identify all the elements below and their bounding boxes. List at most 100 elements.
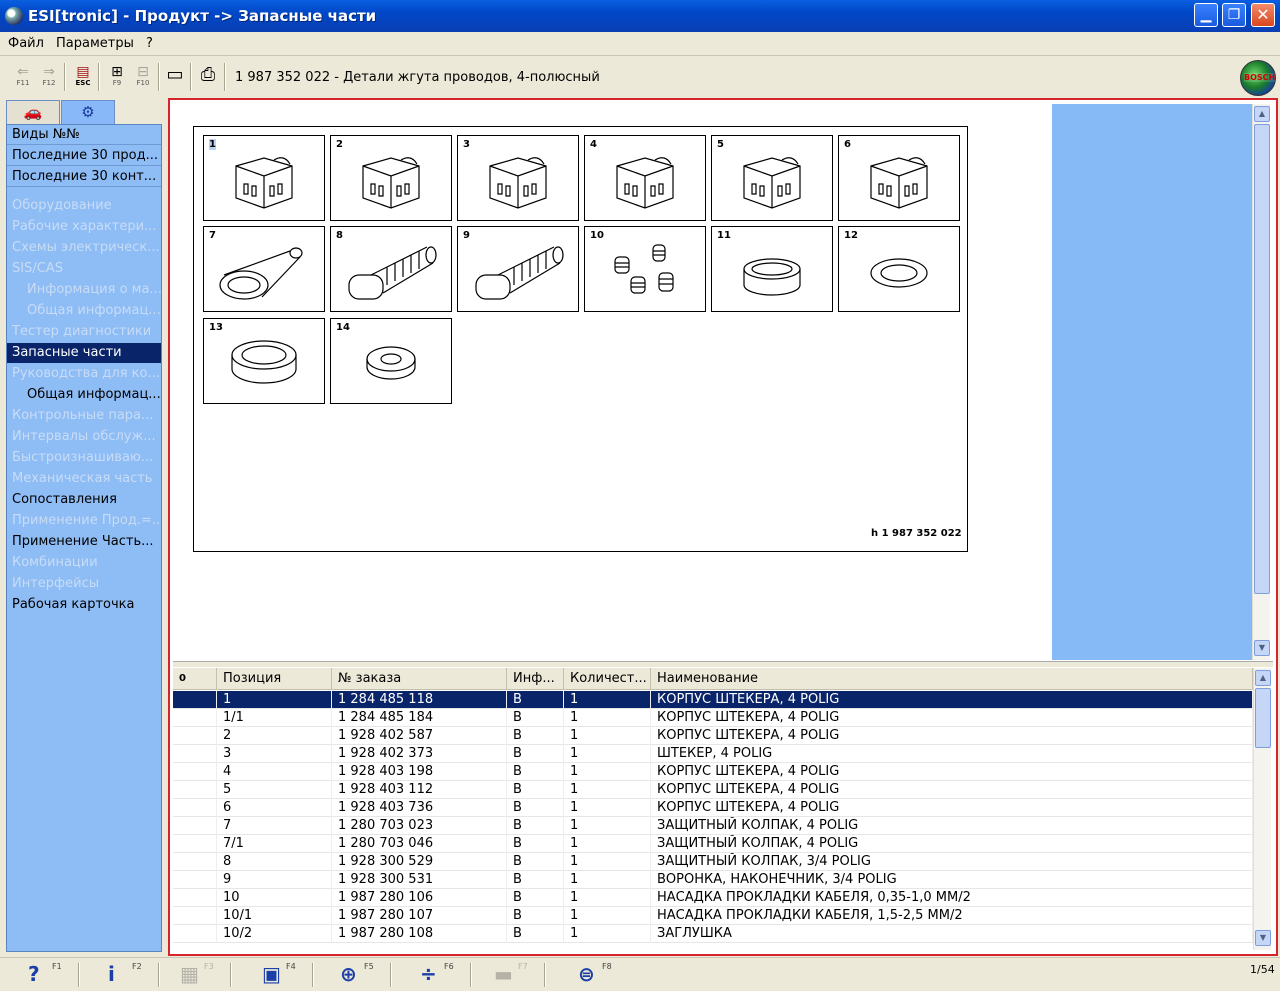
table-cell xyxy=(173,871,217,889)
column-name[interactable]: Наименование xyxy=(651,668,1253,690)
back-button[interactable]: ⇐ F11 xyxy=(12,65,34,89)
cell-number: 14 xyxy=(336,322,350,333)
nav-item[interactable]: Рабочие характери... xyxy=(7,217,161,237)
nav-item[interactable]: Общая информац... xyxy=(7,385,161,405)
table-scroll-up-icon[interactable]: ▲ xyxy=(1255,670,1271,686)
column-quantity[interactable]: Количест... xyxy=(564,668,651,690)
nav-item[interactable]: Последние 30 прод... xyxy=(7,146,161,166)
table-scroll-down-icon[interactable]: ▼ xyxy=(1255,930,1271,946)
nav-item[interactable]: Виды №№ xyxy=(7,125,161,145)
drawing-cell-5[interactable]: 5 xyxy=(711,135,833,221)
table-row[interactable]: 41 928 403 198 B 1 КОРПУС ШТЕКЕРА, 4 POLIG xyxy=(173,763,1253,781)
table-row[interactable]: 1/1 1 284 485 184 B 1 КОРПУС ШТЕКЕРА, 4 POLI… xyxy=(173,709,1253,727)
table-row[interactable]: 61 928 403 736 B 1 КОРПУС ШТЕКЕРА, 4 POLIG xyxy=(173,799,1253,817)
table-row[interactable]: 31 928 402 373 B 1 ШТЕКЕР, 4 POLIG xyxy=(173,745,1253,763)
image-scrollbar[interactable]: ▲ ▼ xyxy=(1252,104,1270,660)
nav-item[interactable]: Тестер диагностики xyxy=(7,322,161,342)
table-row[interactable]: 21 928 402 587 B 1 КОРПУС ШТЕКЕРА, 4 POLIG xyxy=(173,727,1253,745)
print-button[interactable]: ⎙ xyxy=(197,65,219,89)
nav-item[interactable]: Информация о ма... xyxy=(7,280,161,300)
drawing-cell-10[interactable]: 10 xyxy=(584,226,706,312)
scroll-up-icon[interactable]: ▲ xyxy=(1254,106,1270,122)
drawing-cell-1[interactable]: 1 xyxy=(203,135,325,221)
column-order-number[interactable]: № заказа xyxy=(332,668,507,690)
f9-button[interactable]: ⊞ F9 xyxy=(106,65,128,89)
table-row[interactable]: 51 928 403 112 B 1 КОРПУС ШТЕКЕРА, 4 POLIG xyxy=(173,781,1253,799)
table-row[interactable]: 10/1 1 987 280 107 B 1 НАСАДКА ПРОКЛАДКИ КАБ… xyxy=(173,907,1253,925)
drawing-cell-7[interactable]: 7 xyxy=(203,226,325,312)
nav-item[interactable]: Руководства для ко... xyxy=(7,364,161,384)
table-cell: B xyxy=(507,871,564,889)
bosch-logo[interactable]: BOSCH xyxy=(1240,60,1276,96)
nav-item[interactable]: Общая информац... xyxy=(7,301,161,321)
table-row[interactable]: 11 284 485 118 B 1 КОРПУС ШТЕКЕРА, 4 POLIG xyxy=(172,690,1254,710)
table-row[interactable]: 81 928 300 529 B 1 ЗАЩИТНЫЙ КОЛПАК, 3/4 POL… xyxy=(173,853,1253,871)
table-cell: 1 xyxy=(564,763,651,781)
nav-item[interactable]: Оборудование xyxy=(7,196,161,216)
menu-parameters[interactable]: Параметры xyxy=(56,36,134,51)
nav-item[interactable]: Механическая часть xyxy=(7,469,161,489)
column-info-flag[interactable]: 0 xyxy=(173,668,217,690)
menu-file[interactable]: Файл xyxy=(8,36,44,51)
drawing-cell-8[interactable]: 8 xyxy=(330,226,452,312)
pane-splitter[interactable] xyxy=(173,661,1273,667)
table-cell: B xyxy=(507,889,564,907)
nav-item[interactable]: Контрольные пара... xyxy=(7,406,161,426)
column-info[interactable]: Инф... xyxy=(507,668,564,690)
nav-item[interactable]: Интерфейсы xyxy=(7,574,161,594)
nav-item[interactable]: Рабочая карточка xyxy=(7,595,161,615)
drawing-cell-3[interactable]: 3 xyxy=(457,135,579,221)
nav-item[interactable]: Быстроизнашиваю... xyxy=(7,448,161,468)
tab-parts[interactable]: ⚙ xyxy=(61,100,115,124)
table-row[interactable]: 7/1 1 280 703 046 B 1 ЗАЩИТНЫЙ КОЛПАК, 4 POL… xyxy=(173,835,1253,853)
maximize-button[interactable]: ❐ xyxy=(1222,3,1246,27)
drawing-cell-14[interactable]: 14 xyxy=(330,318,452,404)
cell-number: 12 xyxy=(844,230,858,241)
table-cell: 3 xyxy=(217,745,332,763)
table-cell: 1 xyxy=(564,817,651,835)
menu-help[interactable]: ? xyxy=(146,36,153,51)
scroll-down-icon[interactable]: ▼ xyxy=(1254,640,1270,656)
nav-item[interactable]: Последние 30 конт... xyxy=(7,167,161,187)
minimize-button[interactable]: ▁ xyxy=(1194,3,1218,27)
table-cell: 10 xyxy=(217,889,332,907)
nav-item[interactable]: Комбинации xyxy=(7,553,161,573)
table-row[interactable]: 10 1 987 280 106 B 1 НАСАДКА ПРОКЛАДКИ КАБЕЛ… xyxy=(173,889,1253,907)
table-cell xyxy=(173,889,217,907)
close-button[interactable]: ✕ xyxy=(1251,3,1275,27)
nav-item[interactable]: SIS/CAS xyxy=(7,259,161,279)
nav-item[interactable]: Сопоставления xyxy=(7,490,161,510)
table-row[interactable]: 10/2 1 987 280 108 B 1 ЗАГЛУШКА xyxy=(173,925,1253,943)
table-row[interactable]: 91 928 300 531 B 1 ВОРОНКА, НАКОНЕЧНИК, 3/4… xyxy=(173,871,1253,889)
nav-item[interactable]: Запасные части xyxy=(7,343,161,363)
drawing-cell-11[interactable]: 11 xyxy=(711,226,833,312)
document-button[interactable]: ▭ xyxy=(164,65,186,89)
tab-vehicle[interactable]: 🚗 xyxy=(6,100,60,124)
forward-button[interactable]: ⇒ F12 xyxy=(38,65,60,89)
drawing-cell-6[interactable]: 6 xyxy=(838,135,960,221)
drawing-cell-13[interactable]: 13 xyxy=(203,318,325,404)
drawing-cell-4[interactable]: 4 xyxy=(584,135,706,221)
nav-item[interactable]: Применение Часть... xyxy=(7,532,161,552)
drawing-cell-2[interactable]: 2 xyxy=(330,135,452,221)
parts-table: 0 Позиция № заказа Инф... Количест... На… xyxy=(172,668,1273,950)
fkey-label: F2 xyxy=(132,962,142,971)
printer-icon: ⎙ xyxy=(200,64,216,85)
esc-button[interactable]: ▤ ESC xyxy=(72,65,94,89)
nav-item[interactable]: Интервалы обслуж... xyxy=(7,427,161,447)
scroll-thumb[interactable] xyxy=(1254,124,1270,594)
toolbar-separator xyxy=(158,63,160,91)
table-row[interactable]: 71 280 703 023 B 1 ЗАЩИТНЫЙ КОЛПАК, 4 POLIG xyxy=(173,817,1253,835)
cell-number: 10 xyxy=(590,230,604,241)
table-scroll-thumb[interactable] xyxy=(1255,688,1271,748)
nav-item[interactable]: Применение Прод.=... xyxy=(7,511,161,531)
column-position[interactable]: Позиция xyxy=(217,668,332,690)
table-cell: 8 xyxy=(217,853,332,871)
drawing-cell-9[interactable]: 9 xyxy=(457,226,579,312)
title-bar: ESI[tronic] - Продукт -> Запасные части … xyxy=(0,0,1280,32)
help-icon: ? xyxy=(28,962,40,986)
table-scrollbar[interactable]: ▲ ▼ xyxy=(1253,668,1271,950)
f10-button[interactable]: ⊟ F10 xyxy=(132,65,154,89)
nav-item[interactable]: Схемы электрическ... xyxy=(7,238,161,258)
drawing-cell-12[interactable]: 12 xyxy=(838,226,960,312)
